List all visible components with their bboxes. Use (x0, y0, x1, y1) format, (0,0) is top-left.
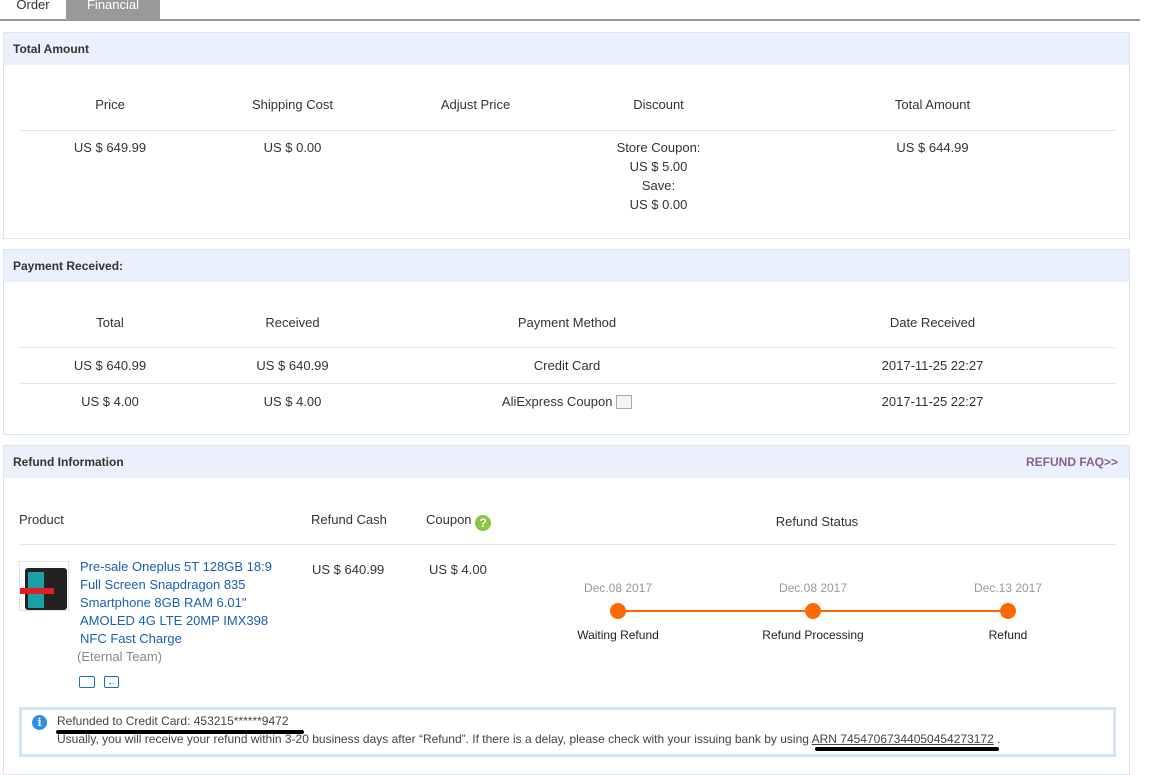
product-thumbnail[interactable] (19, 561, 69, 611)
step-dot (610, 603, 626, 619)
method-text: AliExpress Coupon (501, 394, 613, 409)
section-title: Payment Received: (4, 250, 1129, 282)
product-link[interactable]: Pre-sale Oneplus 5T 128GB 18:9 Full Scre… (80, 558, 285, 648)
table-row: US $ 4.00 US $ 4.00 AliExpress Coupon 20… (19, 384, 1115, 420)
total-cell: US $ 640.99 (73, 358, 147, 373)
save-label: Save: (641, 178, 676, 193)
total-cell: US $ 4.00 (81, 394, 139, 409)
save-amount: US $ 0.00 (629, 197, 688, 212)
discount-amount: US $ 5.00 (629, 159, 688, 174)
table-row: US $ 640.99 US $ 640.99 Credit Card 2017… (19, 348, 1115, 384)
col-header: Adjust Price (440, 97, 511, 112)
coupon-label: Coupon (426, 512, 472, 527)
col-header: Payment Method (517, 315, 617, 330)
refund-cash-value: US $ 640.99 (312, 562, 385, 577)
shipping-truck-icon[interactable] (79, 676, 95, 688)
notice-title: Refunded to Credit Card: 453215******947… (57, 714, 289, 728)
refund-faq-link[interactable]: REFUND FAQ>> (1026, 446, 1118, 478)
table-header-row: Product Refund Cash Coupon ? Refund Stat… (19, 478, 1115, 545)
discount-label: Store Coupon: (616, 140, 701, 155)
section-title: Refund Information REFUND FAQ>> (4, 446, 1129, 478)
step-label: Waiting Refund (577, 628, 659, 642)
refund-coupon-value: US $ 4.00 (429, 562, 487, 577)
discount-value: Store Coupon: US $ 5.00 Save: US $ 0.00 (567, 138, 750, 214)
tab-order[interactable]: Order (0, 0, 66, 19)
table-header-row: Total Received Payment Method Date Recei… (19, 282, 1115, 348)
step-label: Refund Processing (762, 628, 864, 642)
notice-text: Usually, you will receive your refund wi… (57, 732, 1000, 746)
col-header: Shipping Cost (252, 97, 333, 112)
col-header: Date Received (889, 315, 976, 330)
method-cell: AliExpress Coupon (384, 392, 750, 411)
notice-end: . (993, 732, 1001, 746)
col-header: Price (95, 97, 125, 112)
info-icon: i (32, 715, 47, 730)
price-value: US $ 649.99 (73, 140, 147, 155)
received-cell: US $ 4.00 (263, 394, 322, 409)
tab-bar: Order Financial (0, 0, 1140, 21)
payment-section: Payment Received: Total Received Payment… (3, 249, 1130, 435)
step-date: Dec.08 2017 (778, 581, 848, 595)
col-header: Refund Cash (311, 512, 387, 527)
date-cell: 2017-11-25 22:27 (881, 358, 984, 373)
step-label: Refund (988, 628, 1028, 642)
received-cell: US $ 640.99 (256, 358, 329, 373)
step-date: Dec.13 2017 (973, 581, 1043, 595)
shipping-value: US $ 0.00 (263, 140, 322, 155)
refund-notice: i Refunded to Credit Card: 453215******9… (19, 707, 1116, 757)
refund-title: Refund Information (13, 455, 124, 469)
help-icon[interactable]: ? (475, 515, 492, 531)
total-value: US $ 644.99 (896, 140, 969, 155)
step-dot (805, 603, 821, 619)
tab-financial[interactable]: Financial (66, 0, 160, 19)
notice-body: Usually, you will receive your refund wi… (57, 732, 812, 746)
col-header: Product (19, 512, 64, 527)
col-header: Total (96, 315, 124, 330)
section-title: Total Amount (4, 33, 1129, 65)
col-header: Discount (633, 97, 684, 112)
step-dot (1000, 603, 1016, 619)
return-icon[interactable]: ← (104, 676, 119, 688)
col-header: Refund Status (775, 514, 859, 529)
col-header: Total Amount (894, 97, 971, 112)
arn-number: ARN 74547067344050454273172 (811, 732, 994, 746)
refund-section: Refund Information REFUND FAQ>> Product R… (3, 445, 1130, 775)
table-header-row: Price Shipping Cost Adjust Price Discoun… (19, 65, 1115, 131)
col-header: Coupon ? (426, 512, 492, 531)
col-header: Received (265, 315, 320, 330)
store-name[interactable]: (Eternal Team) (77, 649, 162, 664)
total-amount-section: Total Amount Price Shipping Cost Adjust … (3, 32, 1130, 239)
broken-image-icon (616, 395, 633, 409)
method-cell: Credit Card (533, 358, 601, 373)
step-date: Dec.08 2017 (583, 581, 653, 595)
redaction-underline (815, 747, 999, 751)
date-cell: 2017-11-25 22:27 (881, 394, 984, 409)
